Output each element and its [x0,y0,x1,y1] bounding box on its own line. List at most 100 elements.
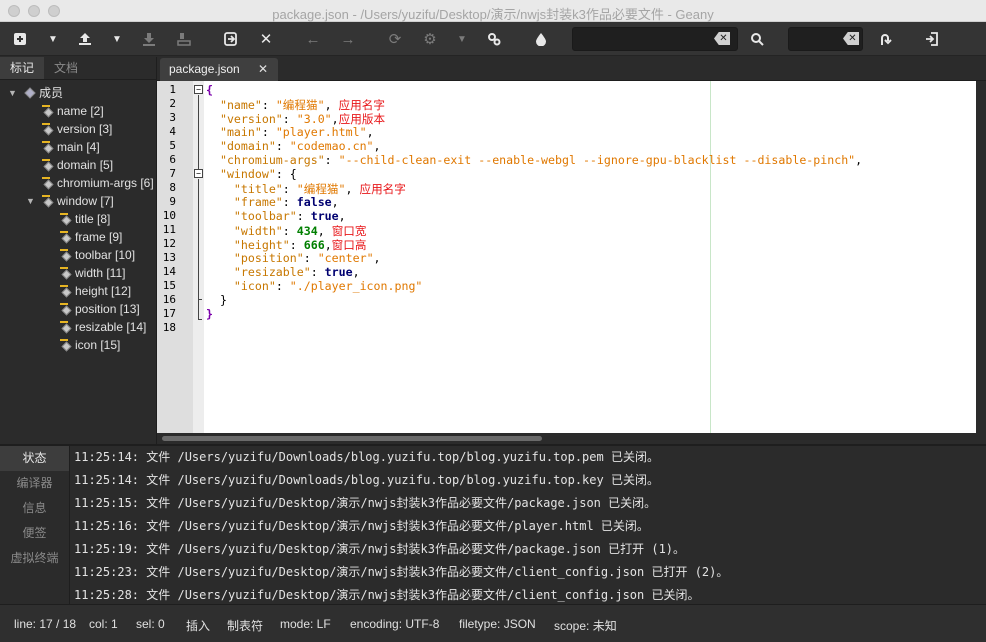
fold-toggle-icon[interactable]: − [194,169,203,178]
save-icon[interactable] [137,27,161,51]
code-token: "resizable" [233,265,311,279]
code-token: , [331,112,339,126]
tree-item[interactable]: main [4] [0,138,156,156]
new-file-icon[interactable] [8,27,32,51]
line-number: 15 [162,279,176,292]
list-item[interactable]: 11:25:14: 文件 /Users/yuzifu/Downloads/blo… [70,446,986,469]
tab-symbols[interactable]: 标记 [0,57,45,79]
tree-item[interactable]: chromium-args [6] [0,174,156,192]
code-editor[interactable]: 1 2 3 4 5 6 7 8 9 10 11 12 13 14 15 16 17 18 { "name": "编… [157,81,976,433]
code-token: { [206,83,213,97]
gear-dropdown-icon[interactable]: ▼ [455,27,469,51]
tab-label: package.json [169,62,240,76]
tree-item[interactable]: position [13] [0,300,156,318]
tab-close-icon[interactable]: ✕ [258,58,268,81]
list-item[interactable]: 11:25:14: 文件 /Users/yuzifu/Downloads/blo… [70,469,986,492]
fold-toggle-icon[interactable]: − [194,85,203,94]
tree-item[interactable]: ▼ window [7] [0,192,156,210]
quit-icon[interactable] [920,27,944,51]
tree-item-label: main [4] [57,140,100,154]
expander-arrow-icon[interactable]: ▼ [8,84,17,102]
tab-documents[interactable]: 文档 [44,57,88,79]
code-token: , [855,153,863,167]
color-picker-icon[interactable] [529,27,553,51]
list-item[interactable]: 11:25:23: 文件 /Users/yuzifu/Desktop/演示/nw… [70,561,986,584]
code-token: "codemao.cn" [289,139,374,153]
line-number: 18 [162,321,176,334]
vertical-scrollbar[interactable] [976,81,986,433]
tab-terminal[interactable]: 虚拟终端 [0,546,69,571]
code-token: "center" [317,251,374,265]
sidebar-tabs: 标记 文档 [0,57,156,80]
code-token: : { [275,167,297,181]
tree-item[interactable]: frame [9] [0,228,156,246]
search-icon[interactable] [745,27,769,51]
code-token: "width" [233,224,283,238]
open-file-dropdown-icon[interactable]: ▼ [110,27,124,51]
tree-item[interactable]: icon [15] [0,336,156,354]
gear-icon[interactable]: ⚙ [418,27,442,51]
back-icon[interactable]: ← [301,27,325,51]
tab-scribble[interactable]: 便签 [0,521,69,546]
code-token: "--child-clean-exit --enable-webgl --ign… [338,153,856,167]
code-token: "./player_icon.png" [289,279,423,293]
code-token: 应用版本 [338,112,386,126]
tree-item[interactable]: domain [5] [0,156,156,174]
code-token: "chromium-args" [219,153,325,167]
line-number: 7 [169,167,176,180]
tab-status[interactable]: 状态 [0,446,69,471]
line-number: 14 [162,265,176,278]
open-file-icon[interactable] [73,27,97,51]
revert-icon[interactable] [219,27,243,51]
status-indent: 制表符 [227,619,264,633]
status-messages[interactable]: 11:25:14: 文件 /Users/yuzifu/Downloads/blo… [70,446,986,604]
fold-guide-end [198,299,202,300]
tree-item[interactable]: ▼ 成员 [0,84,156,102]
member-icon [60,213,72,226]
code-token: : [275,279,290,293]
code-token: 窗口高 [331,238,367,252]
reload-icon[interactable]: ⟳ [383,27,407,51]
code-token: "main" [219,125,262,139]
list-item[interactable]: 11:25:15: 文件 /Users/yuzifu/Desktop/演示/nw… [70,492,986,515]
tab-package-json[interactable]: package.json ✕ [160,58,278,81]
line-number: 5 [169,139,176,152]
list-item[interactable]: 11:25:28: 文件 /Users/yuzifu/Desktop/演示/nw… [70,584,986,604]
code-token: : [282,112,297,126]
expander-arrow-icon[interactable]: ▼ [26,192,35,210]
list-item[interactable]: 11:25:19: 文件 /Users/yuzifu/Desktop/演示/nw… [70,538,986,561]
tree-item-label: version [3] [57,122,113,136]
fold-guide [198,95,199,169]
tree-item-label: title [8] [75,212,111,226]
tree-item[interactable]: height [12] [0,282,156,300]
new-file-dropdown-icon[interactable]: ▼ [46,27,60,51]
tab-messages[interactable]: 信息 [0,496,69,521]
tree-item[interactable]: width [11] [0,264,156,282]
list-item[interactable]: 11:25:16: 文件 /Users/yuzifu/Desktop/演示/nw… [70,515,986,538]
horizontal-scrollbar-thumb[interactable] [162,436,542,441]
code-token: , [373,251,381,265]
tree-item[interactable]: toolbar [10] [0,246,156,264]
search-input[interactable] [572,27,738,51]
jump-to-line-icon[interactable] [874,27,898,51]
code-token: 应用名字 [338,98,385,112]
status-scope: scope: 未知 [554,619,617,633]
forward-icon[interactable]: → [336,27,360,51]
close-icon[interactable]: ✕ [254,27,278,51]
tree-item-label: 成员 [39,86,64,100]
line-number: 11 [162,223,176,236]
tree-item[interactable]: version [3] [0,120,156,138]
long-line-marker [710,81,711,433]
member-icon [42,141,54,154]
save-all-icon[interactable] [172,27,196,51]
tree-item-label: domain [5] [57,158,114,172]
code-line: "main": "player.html", [206,125,374,139]
build-icon[interactable] [482,27,506,51]
tree-item[interactable]: name [2] [0,102,156,120]
window-title: package.json - /Users/yuzifu/Desktop/演示/… [272,7,714,22]
tree-item[interactable]: resizable [14] [0,318,156,336]
member-icon [42,177,54,190]
tab-compiler[interactable]: 编译器 [0,471,69,496]
tree-item[interactable]: title [8] [0,210,156,228]
